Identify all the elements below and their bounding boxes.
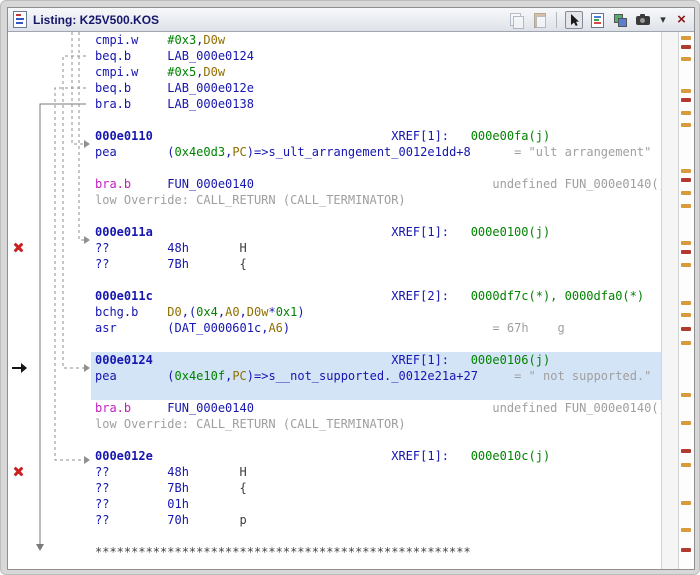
copy-icon[interactable]: [507, 11, 525, 29]
current-location-arrow-icon: [11, 360, 29, 376]
listing-window: Listing: K25V500.KOS ▾ ×: [7, 7, 695, 570]
overview-mark[interactable]: [681, 393, 691, 397]
listing-line[interactable]: ?? 48h H: [91, 240, 663, 256]
edit-fields-icon[interactable]: [588, 11, 606, 29]
listing-line[interactable]: bra.b LAB_000e0138: [91, 96, 663, 112]
overview-mark[interactable]: [681, 241, 691, 245]
listing-line[interactable]: [91, 272, 663, 288]
listing-line[interactable]: 000e0110 XREF[1]: 000e00fa(j): [91, 128, 663, 144]
overview-mark[interactable]: [681, 528, 691, 532]
window-frame: Listing: K25V500.KOS ▾ ×: [0, 0, 700, 575]
overview-mark[interactable]: [681, 341, 691, 345]
field-formatter-icon[interactable]: [611, 11, 629, 29]
toolbar-separator: [556, 12, 557, 28]
overview-mark[interactable]: [681, 89, 691, 93]
overview-mark[interactable]: [681, 123, 691, 127]
overview-mark[interactable]: [681, 178, 691, 182]
listing-line[interactable]: [91, 384, 663, 400]
overview-mark[interactable]: [681, 111, 691, 115]
cursor-tool-icon[interactable]: [565, 11, 583, 29]
listing-line[interactable]: pea (0x4e0d3,PC)=>s_ult_arrangement_0012…: [91, 144, 663, 160]
listing-line[interactable]: [91, 160, 663, 176]
overview-mark[interactable]: [681, 327, 691, 331]
listing-line[interactable]: ?? 70h p: [91, 512, 663, 528]
listing-window-icon: [13, 11, 27, 28]
listing-line[interactable]: [91, 336, 663, 352]
listing-line[interactable]: ?? 01h: [91, 496, 663, 512]
overview-mark[interactable]: [681, 204, 691, 208]
overview-mark[interactable]: [681, 45, 691, 49]
overview-mark[interactable]: [681, 169, 691, 173]
listing-line[interactable]: ?? 48h H: [91, 464, 663, 480]
listing-line[interactable]: low Override: CALL_RETURN (CALL_TERMINAT…: [91, 192, 663, 208]
error-bookmark-icon[interactable]: [13, 466, 24, 477]
listing-line[interactable]: [91, 208, 663, 224]
listing-line[interactable]: 000e012e XREF[1]: 000e010c(j): [91, 448, 663, 464]
vertical-scrollbar[interactable]: [661, 32, 679, 569]
listing-line[interactable]: [91, 112, 663, 128]
listing-line[interactable]: cmpi.w #0x5,D0w: [91, 64, 663, 80]
snapshot-camera-icon[interactable]: [634, 11, 652, 29]
overview-mark[interactable]: [681, 313, 691, 317]
listing-line[interactable]: bra.b FUN_000e0140 undefined FUN_000e014…: [91, 176, 663, 192]
error-bookmark-icon[interactable]: [13, 242, 24, 253]
overview-mark[interactable]: [681, 57, 691, 61]
overview-mark[interactable]: [681, 548, 691, 552]
listing-line[interactable]: [91, 432, 663, 448]
listing-line[interactable]: 000e011a XREF[1]: 000e0100(j): [91, 224, 663, 240]
listing-line[interactable]: ****************************************…: [91, 544, 663, 560]
listing-line[interactable]: 000e0124 XREF[1]: 000e0106(j): [91, 352, 663, 368]
marker-margin: [8, 32, 30, 569]
overview-mark[interactable]: [681, 421, 691, 425]
listing-line[interactable]: low Override: CALL_RETURN (CALL_TERMINAT…: [91, 416, 663, 432]
listing-line[interactable]: bchg.b D0,(0x4,A0,D0w*0x1): [91, 304, 663, 320]
listing-line[interactable]: ?? 7Bh {: [91, 256, 663, 272]
chevron-down-icon[interactable]: ▾: [657, 11, 669, 29]
overview-mark[interactable]: [681, 36, 691, 40]
overview-mark[interactable]: [681, 263, 691, 267]
listing-line[interactable]: beq.b LAB_000e0124: [91, 48, 663, 64]
overview-mark[interactable]: [681, 250, 691, 254]
overview-mark[interactable]: [681, 501, 691, 505]
listing-content: cmpi.w #0x3,D0wbeq.b LAB_000e0124cmpi.w …: [8, 32, 694, 569]
listing-line[interactable]: bra.b FUN_000e0140 undefined FUN_000e014…: [91, 400, 663, 416]
listing-line[interactable]: 000e011c XREF[2]: 0000df7c(*), 0000dfa0(…: [91, 288, 663, 304]
listing-line[interactable]: asr (DAT_0000601c,A6) = 67h g: [91, 320, 663, 336]
paste-icon[interactable]: [530, 11, 548, 29]
listing-lines[interactable]: cmpi.w #0x3,D0wbeq.b LAB_000e0124cmpi.w …: [91, 32, 663, 569]
overview-margin[interactable]: [679, 32, 694, 569]
listing-line[interactable]: pea (0x4e10f,PC)=>s__not_supported._0012…: [91, 368, 663, 384]
window-title: Listing: K25V500.KOS: [33, 13, 159, 27]
overview-mark[interactable]: [681, 449, 691, 453]
overview-mark[interactable]: [681, 191, 691, 195]
titlebar-toolbar: ▾ ×: [507, 11, 689, 29]
listing-line[interactable]: cmpi.w #0x3,D0w: [91, 32, 663, 48]
listing-line[interactable]: ?? 7Bh {: [91, 480, 663, 496]
listing-line[interactable]: beq.b LAB_000e012e: [91, 80, 663, 96]
titlebar[interactable]: Listing: K25V500.KOS ▾ ×: [8, 8, 694, 32]
listing-line[interactable]: [91, 528, 663, 544]
overview-mark[interactable]: [681, 301, 691, 305]
close-icon[interactable]: ×: [674, 11, 689, 29]
overview-mark[interactable]: [681, 463, 691, 467]
overview-mark[interactable]: [681, 98, 691, 102]
